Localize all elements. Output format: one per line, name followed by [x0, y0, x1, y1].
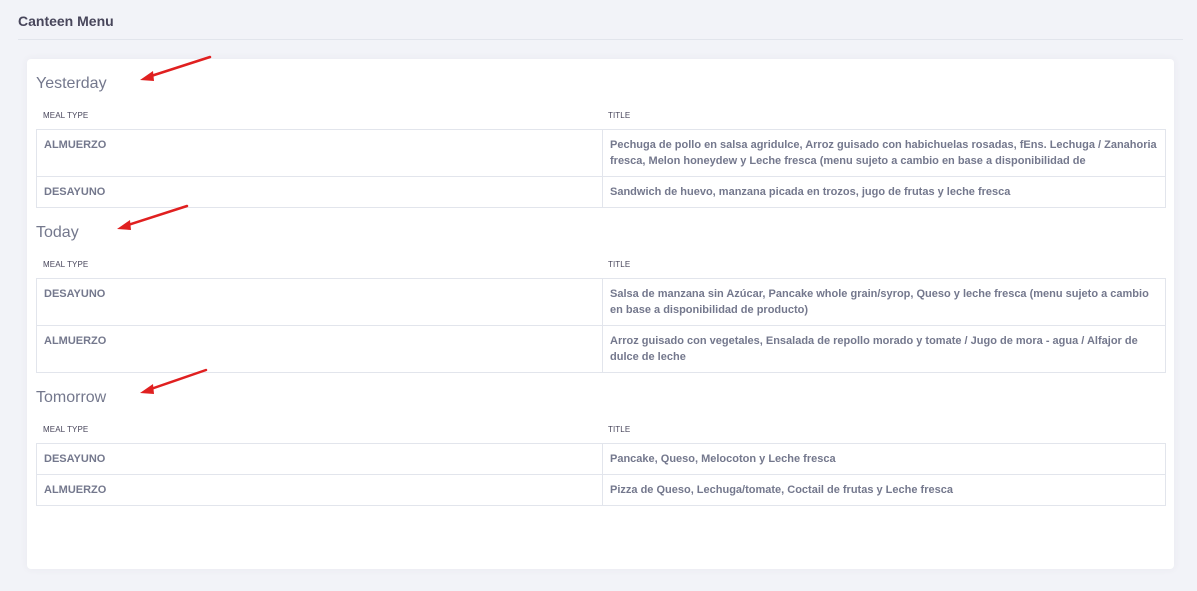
- meal-title-cell: Pechuga de pollo en salsa agridulce, Arr…: [602, 129, 1166, 177]
- menu-card: Yesterday MEAL TYPE TITLE ALMUERZO Pechu…: [27, 55, 1174, 569]
- section-heading: Yesterday: [36, 75, 107, 92]
- menu-table: DESAYUNO Pancake, Queso, Melocoton y Lec…: [36, 443, 1166, 506]
- column-header-meal-type: MEAL TYPE: [43, 260, 89, 269]
- table-row: DESAYUNO Salsa de manzana sin Azúcar, Pa…: [36, 278, 1166, 326]
- menu-table: DESAYUNO Salsa de manzana sin Azúcar, Pa…: [36, 278, 1166, 373]
- meal-type-cell: ALMUERZO: [36, 129, 603, 177]
- annotation-arrow-icon: [117, 204, 189, 230]
- annotation-arrow-icon: [140, 368, 208, 394]
- column-header-title: TITLE: [608, 425, 631, 434]
- annotation-arrow-icon: [140, 55, 212, 81]
- meal-title-cell: Pancake, Queso, Melocoton y Leche fresca: [602, 443, 1166, 475]
- meal-type-cell: ALMUERZO: [36, 474, 603, 506]
- page-header: Canteen Menu: [18, 0, 1183, 40]
- table-row: ALMUERZO Pizza de Queso, Lechuga/tomate,…: [36, 474, 1166, 506]
- meal-title-cell: Arroz guisado con vegetales, Ensalada de…: [602, 325, 1166, 373]
- table-row: DESAYUNO Sandwich de huevo, manzana pica…: [36, 176, 1166, 208]
- column-header-meal-type: MEAL TYPE: [43, 111, 89, 120]
- meal-title-cell: Salsa de manzana sin Azúcar, Pancake who…: [602, 278, 1166, 326]
- column-header-meal-type: MEAL TYPE: [43, 425, 89, 434]
- meal-type-cell: DESAYUNO: [36, 443, 603, 475]
- section-heading: Tomorrow: [36, 389, 107, 406]
- menu-table: ALMUERZO Pechuga de pollo en salsa agrid…: [36, 129, 1166, 208]
- meal-title-cell: Sandwich de huevo, manzana picada en tro…: [602, 176, 1166, 208]
- meal-type-cell: ALMUERZO: [36, 325, 603, 373]
- column-header-title: TITLE: [608, 260, 631, 269]
- page-title: Canteen Menu: [18, 13, 114, 29]
- meal-type-cell: DESAYUNO: [36, 278, 603, 326]
- table-row: ALMUERZO Pechuga de pollo en salsa agrid…: [36, 129, 1166, 177]
- column-header-title: TITLE: [608, 111, 631, 120]
- meal-title-cell: Pizza de Queso, Lechuga/tomate, Coctail …: [602, 474, 1166, 506]
- section-heading: Today: [36, 224, 79, 241]
- table-row: ALMUERZO Arroz guisado con vegetales, En…: [36, 325, 1166, 373]
- table-row: DESAYUNO Pancake, Queso, Melocoton y Lec…: [36, 443, 1166, 475]
- meal-type-cell: DESAYUNO: [36, 176, 603, 208]
